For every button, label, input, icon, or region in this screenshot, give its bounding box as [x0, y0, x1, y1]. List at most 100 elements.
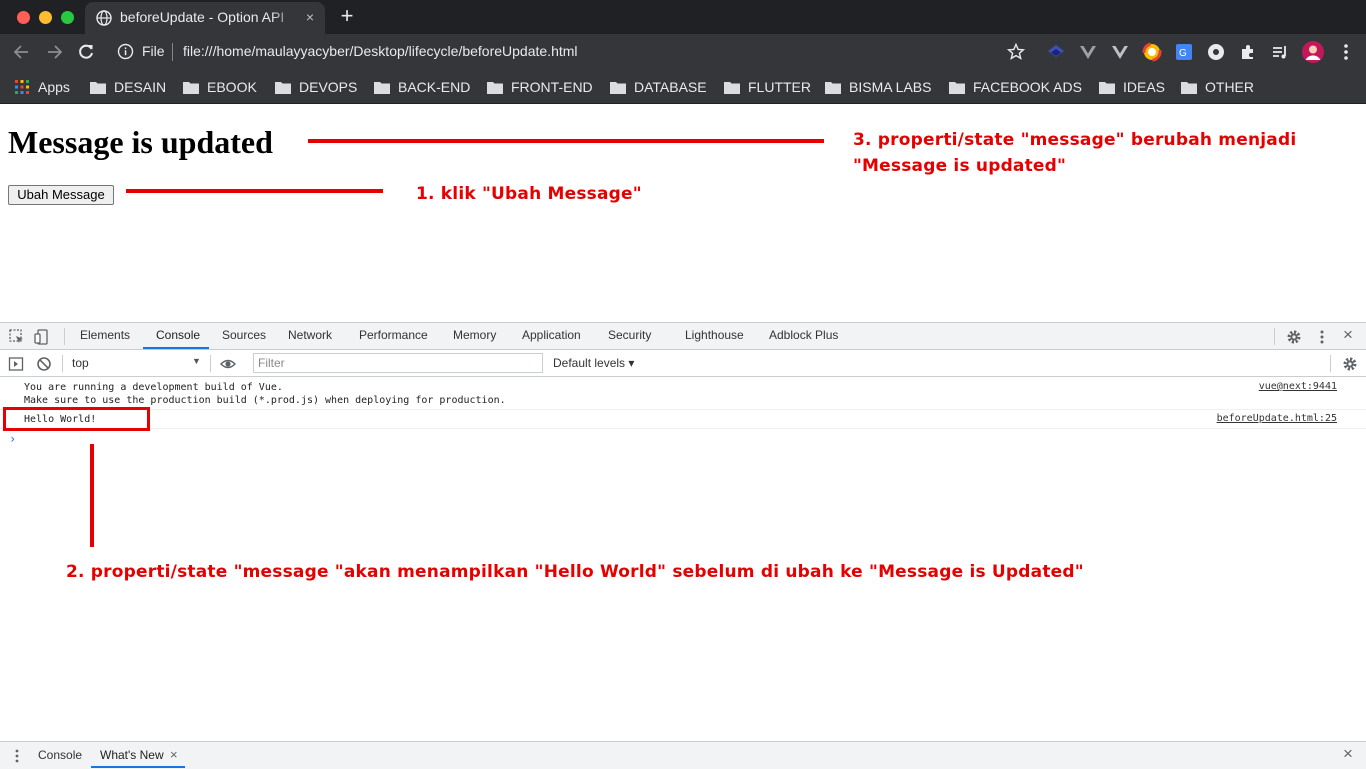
toggle-sidebar-icon[interactable] [8, 356, 24, 372]
console-filter-input[interactable] [253, 353, 543, 373]
browser-tab[interactable]: beforeUpdate - Option API × [85, 2, 325, 34]
folder-icon [949, 81, 965, 94]
folder-icon [487, 81, 503, 94]
menu-kebab-icon[interactable] [1336, 42, 1356, 62]
bookmark-label: DEVOPS [299, 79, 358, 95]
forward-icon[interactable] [43, 41, 65, 63]
drawer-tab-whats-new[interactable]: What's New [100, 748, 164, 762]
annotation-step3-line1: 3. properti/state "message" berubah menj… [853, 130, 1297, 150]
page-heading: Message is updated [8, 124, 273, 160]
bookmark-star-icon[interactable] [1006, 42, 1026, 62]
drawer-tab-console[interactable]: Console [38, 748, 82, 762]
tab-network[interactable]: Network [288, 328, 332, 342]
device-toolbar-icon[interactable] [34, 329, 50, 345]
more-options-icon[interactable] [1314, 329, 1330, 345]
annotation-step1: 1. klik "Ubah Message" [416, 184, 642, 204]
media-control-icon[interactable] [1270, 42, 1290, 62]
console-prompt[interactable]: › [9, 432, 16, 446]
info-icon[interactable] [117, 43, 134, 60]
ubah-message-button[interactable]: Ubah Message [8, 185, 114, 205]
console-message-text: You are running a development build of V… [24, 382, 506, 406]
close-drawer-icon[interactable]: × [1343, 744, 1353, 764]
bookmark-apps[interactable]: Apps [15, 77, 70, 97]
tab-application[interactable]: Application [522, 328, 581, 342]
console-settings-gear-icon[interactable] [1342, 356, 1358, 372]
tab-lighthouse[interactable]: Lighthouse [685, 328, 744, 342]
settings-gear-icon[interactable] [1286, 329, 1302, 345]
tab-security[interactable]: Security [608, 328, 651, 342]
globe-icon [96, 10, 112, 26]
extensions-puzzle-icon[interactable] [1238, 42, 1258, 62]
console-output: You are running a development build of V… [0, 377, 1366, 739]
log-levels-dropdown[interactable]: Default levels ▾ [553, 356, 634, 370]
svg-text:G: G [1179, 48, 1187, 59]
devtools-tab-bar: Elements Console Sources Network Perform… [0, 323, 1366, 350]
console-message-source-link[interactable]: beforeUpdate.html:25 [1217, 413, 1337, 424]
folder-icon [1181, 81, 1197, 94]
tab-sources[interactable]: Sources [222, 328, 266, 342]
bookmark-folder-front-end[interactable]: FRONT-END [487, 77, 593, 97]
close-window-button[interactable] [17, 11, 30, 24]
annotation-line-step1 [126, 189, 383, 193]
maximize-window-button[interactable] [61, 11, 74, 24]
tab-separator [64, 328, 65, 345]
profile-avatar[interactable] [1302, 41, 1324, 63]
bookmark-label: FRONT-END [511, 79, 593, 95]
drawer-tab-close-icon[interactable]: × [170, 747, 178, 762]
folder-icon [610, 81, 626, 94]
inspect-element-icon[interactable] [9, 329, 25, 345]
bookmark-folder-database[interactable]: DATABASE [610, 77, 707, 97]
tab-close-icon[interactable]: × [301, 8, 319, 26]
bookmark-label: IDEAS [1123, 79, 1166, 95]
bookmark-folder-devops[interactable]: DEVOPS [275, 77, 357, 97]
vue-devtools-alt-icon[interactable] [1110, 42, 1130, 62]
bookmark-label: Apps [38, 79, 70, 95]
bookmark-label: DESAIN [114, 79, 167, 95]
tab-console[interactable]: Console [156, 328, 200, 342]
apps-grid-icon [15, 80, 29, 94]
tab-adblock-plus[interactable]: Adblock Plus [769, 328, 838, 342]
bookmarks-bar: Apps DESAIN EBOOK DEVOPS BACK-END FRONT-… [0, 70, 1366, 104]
context-selector[interactable]: top [72, 356, 89, 370]
drawer-menu-icon[interactable] [9, 748, 25, 764]
tab-elements[interactable]: Elements [80, 328, 130, 342]
minimize-window-button[interactable] [39, 11, 52, 24]
back-icon[interactable] [11, 41, 33, 63]
reload-icon[interactable] [75, 41, 97, 63]
devtools-panel: Elements Console Sources Network Perform… [0, 322, 1366, 769]
bookmark-folder-back-end[interactable]: BACK-END [374, 77, 470, 97]
annotation-step2: 2. properti/state "message "akan menampi… [66, 562, 1084, 582]
bookmark-folder-ebook[interactable]: EBOOK [183, 77, 257, 97]
tab-title: beforeUpdate - Option API [120, 9, 285, 25]
context-dropdown-icon[interactable]: ▼ [192, 356, 201, 366]
address-bar[interactable]: file:///home/maulayyacyber/Desktop/lifec… [183, 43, 578, 59]
folder-icon [90, 81, 106, 94]
bookmark-folder-facebook-ads[interactable]: FACEBOOK ADS [949, 77, 1082, 97]
folder-icon [183, 81, 199, 94]
extension-layers-icon[interactable] [1046, 42, 1066, 62]
close-devtools-icon[interactable]: × [1343, 325, 1353, 345]
filter-separator [210, 355, 211, 372]
folder-icon [724, 81, 740, 94]
filter-separator [1330, 355, 1331, 372]
console-message-source-link[interactable]: vue@next:9441 [1259, 381, 1337, 392]
bookmark-folder-flutter[interactable]: FLUTTER [724, 77, 811, 97]
color-picker-icon[interactable] [1142, 42, 1162, 62]
bookmark-folder-desain[interactable]: DESAIN [90, 77, 166, 97]
filter-separator [62, 355, 63, 372]
folder-icon [275, 81, 291, 94]
folder-icon [374, 81, 390, 94]
extension-circle-icon[interactable] [1206, 42, 1226, 62]
bookmark-folder-ideas[interactable]: IDEAS [1099, 77, 1165, 97]
live-expression-eye-icon[interactable] [220, 356, 236, 372]
tab-performance[interactable]: Performance [359, 328, 428, 342]
bookmark-folder-other[interactable]: OTHER [1181, 77, 1254, 97]
bookmark-label: BACK-END [398, 79, 471, 95]
bookmark-folder-bisma-labs[interactable]: BISMA LABS [825, 77, 931, 97]
vue-devtools-icon[interactable] [1078, 42, 1098, 62]
google-translate-icon[interactable]: G [1174, 42, 1194, 62]
tab-memory[interactable]: Memory [453, 328, 496, 342]
browser-tab-strip: beforeUpdate - Option API × + [0, 0, 1366, 34]
new-tab-button[interactable]: + [336, 5, 358, 27]
clear-console-icon[interactable] [36, 356, 52, 372]
